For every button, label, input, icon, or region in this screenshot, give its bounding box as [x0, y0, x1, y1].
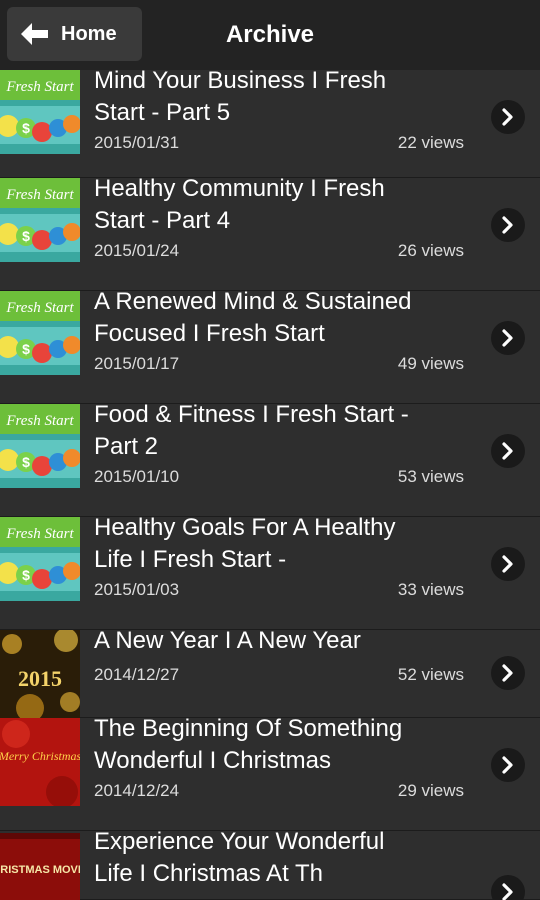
fresh-start-text: Fresh Start [5, 526, 74, 542]
archive-list-item[interactable]: Fresh Start $ Mind Your Business I Fresh… [0, 70, 540, 178]
archive-list[interactable]: Fresh Start $ Mind Your Business I Fresh… [0, 70, 540, 900]
video-title-line2: Life I Fresh Start - [94, 546, 287, 573]
video-title-line1: Experience Your Wonderful [94, 828, 385, 855]
chevron-right-button[interactable] [491, 748, 525, 782]
video-date: 2014/12/27 [94, 665, 180, 684]
fresh-start-text: Fresh Start [5, 413, 74, 429]
chevron-right-icon [502, 442, 513, 460]
video-title-line2: Part 2 [94, 433, 159, 460]
chevron-right-icon [502, 664, 513, 682]
video-thumbnail: Fresh Start $ [0, 517, 80, 601]
svg-text:$: $ [22, 454, 30, 470]
archive-list-item[interactable]: 2015 A New Year I A New Year 2014/12/27 52… [0, 627, 540, 718]
christmas-text: Merry Christmas [0, 749, 80, 763]
archive-list-item[interactable]: Merry Christmas The Beginning Of Somethi… [0, 715, 540, 831]
chevron-right-button[interactable] [491, 547, 525, 581]
chevron-right-button[interactable] [491, 100, 525, 134]
chevron-right-icon [502, 216, 513, 234]
view-count: 29 views [397, 781, 464, 800]
video-thumbnail: Fresh Start $ [0, 404, 80, 488]
chevron-right-icon [502, 108, 513, 126]
archive-list-item[interactable]: Fresh Start $ A Renewed Mind & Sustained… [0, 288, 540, 404]
video-title-line1: Food & Fitness I Fresh Start - [94, 401, 409, 428]
video-title-line1: The Beginning Of Something [94, 715, 403, 742]
svg-text:$: $ [22, 341, 30, 357]
movies-text: CHRISTMAS MOVIES [0, 864, 80, 876]
chevron-right-icon [502, 555, 513, 573]
svg-text:$: $ [22, 120, 30, 136]
video-thumbnail: Merry Christmas [0, 718, 80, 806]
video-date: 2015/01/24 [94, 241, 180, 260]
chevron-right-button[interactable] [491, 434, 525, 468]
archive-list-item[interactable]: Fresh Start $ Healthy Community I Fresh S… [0, 175, 540, 291]
year-text: 2015 [18, 666, 62, 691]
view-count: 52 views [397, 665, 464, 684]
video-title-line1: Healthy Community I Fresh [94, 175, 385, 202]
video-title-line1: Healthy Goals For A Healthy [94, 514, 396, 541]
archive-list-item[interactable]: Fresh Start $ Healthy Goals For A Health… [0, 514, 540, 630]
view-count: 33 views [397, 580, 464, 599]
chevron-right-icon [502, 883, 513, 900]
video-thumbnail: Fresh Start $ [0, 291, 80, 375]
video-thumbnail: 2015 [0, 630, 80, 718]
video-title-line2: Wonderful I Christmas [94, 747, 331, 774]
svg-text:$: $ [22, 228, 30, 244]
page-title: Archive [225, 21, 315, 48]
video-thumbnail: CHRISTMAS MOVIES [0, 833, 80, 900]
video-title-line2: Focused I Fresh Start [94, 320, 325, 347]
svg-text:$: $ [22, 567, 30, 583]
archive-list-item[interactable]: Fresh Start $ Food & Fitness I Fresh Sta… [0, 401, 540, 517]
video-title-line2: Life I Christmas At Th [94, 860, 323, 887]
video-date: 2015/01/10 [94, 467, 180, 486]
video-thumbnail: Fresh Start $ [0, 178, 80, 262]
chevron-right-button[interactable] [491, 875, 525, 900]
view-count: 22 views [397, 133, 464, 152]
chevron-right-icon [502, 756, 513, 774]
video-title-line1: A Renewed Mind & Sustained [94, 288, 412, 315]
video-thumbnail: Fresh Start $ [0, 70, 80, 154]
view-count: 49 views [397, 354, 464, 373]
video-date: 2015/01/31 [94, 133, 180, 152]
fresh-start-text: Fresh Start [5, 79, 74, 95]
video-title-line2: Start - Part 5 [94, 99, 231, 126]
view-count: 26 views [397, 241, 464, 260]
video-date: 2014/12/24 [94, 781, 180, 800]
video-date: 2015/01/03 [94, 580, 180, 599]
video-title-line1: Mind Your Business I Fresh [94, 70, 387, 94]
chevron-right-button[interactable] [491, 208, 525, 242]
archive-list-item[interactable]: CHRISTMAS MOVIES Experience Your Wonderf… [0, 828, 540, 900]
fresh-start-text: Fresh Start [5, 300, 74, 316]
fresh-start-text: Fresh Start [5, 187, 74, 203]
navigation-bar: Home Archive [0, 0, 540, 70]
video-title-line2: Start - Part 4 [94, 207, 231, 234]
chevron-right-button[interactable] [491, 656, 525, 690]
video-title-line1: A New Year I A New Year [94, 627, 361, 654]
chevron-right-icon [502, 329, 513, 347]
view-count: 53 views [397, 467, 464, 486]
chevron-right-button[interactable] [491, 321, 525, 355]
video-date: 2015/01/17 [94, 354, 180, 373]
